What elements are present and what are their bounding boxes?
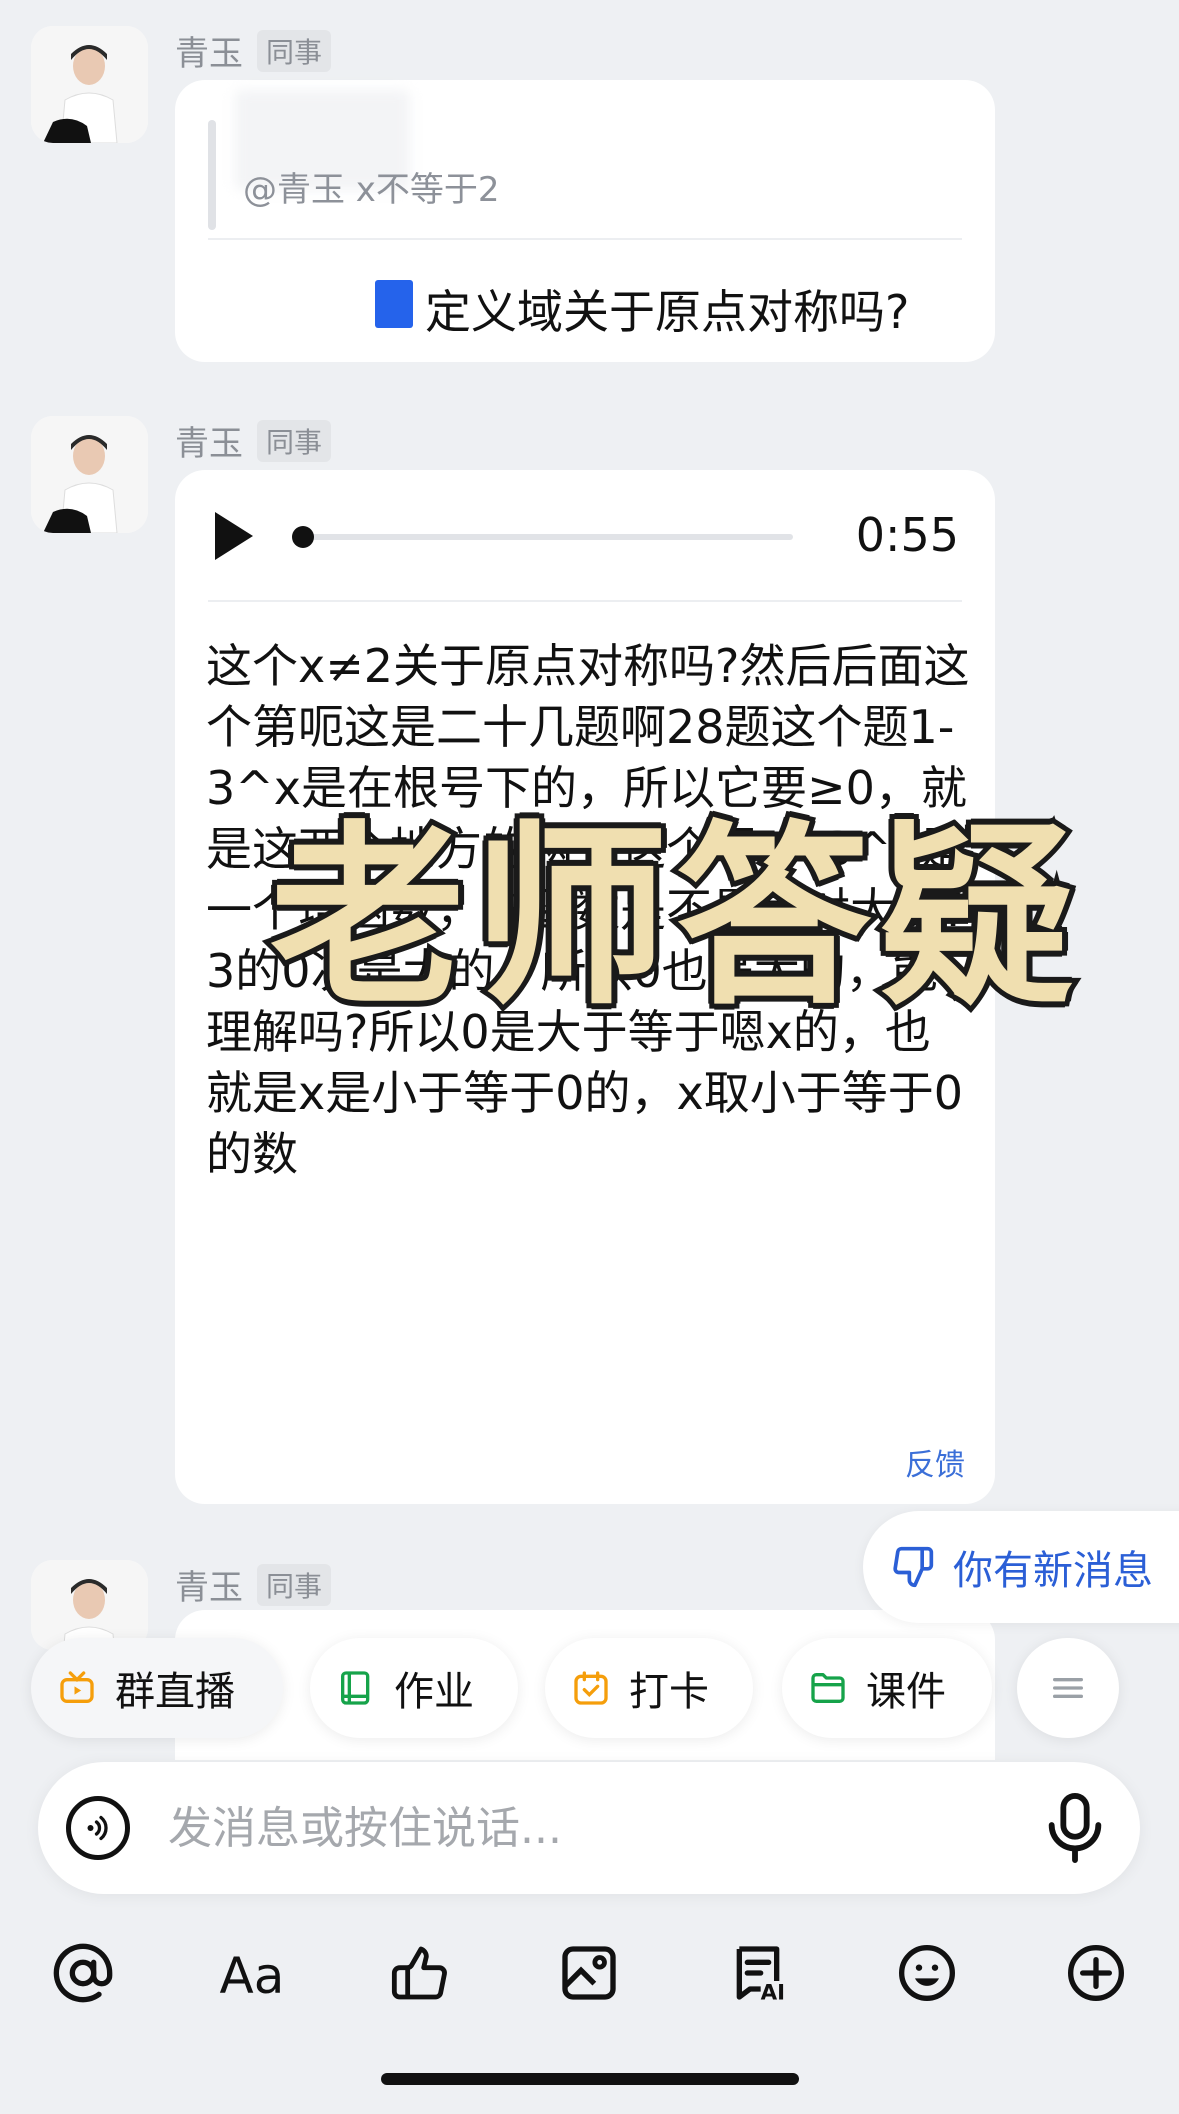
more-actions-button[interactable] bbox=[1017, 1638, 1119, 1738]
at-icon bbox=[53, 1943, 113, 2003]
text-format-label: Aa bbox=[219, 1947, 284, 2005]
folder-icon bbox=[811, 1673, 845, 1703]
person-avatar-icon bbox=[31, 26, 148, 143]
home-indicator[interactable] bbox=[381, 2073, 799, 2085]
sender-name: 青玉 bbox=[175, 1568, 243, 1608]
image-icon bbox=[562, 1946, 617, 2000]
overlay-title: 老师答疑 bbox=[265, 799, 1082, 1036]
more-button[interactable] bbox=[1061, 1938, 1131, 2008]
mention-button[interactable] bbox=[48, 1938, 118, 2008]
live-tv-icon bbox=[60, 1671, 94, 1703]
text-format-button[interactable]: Aa bbox=[217, 1938, 287, 2008]
courseware-button[interactable]: 课件 bbox=[782, 1638, 992, 1738]
audio-progress-track[interactable] bbox=[303, 534, 793, 540]
quote-bar bbox=[208, 120, 216, 230]
feedback-link[interactable]: 反馈 bbox=[905, 1440, 965, 1484]
ai-writing-button[interactable]: AI bbox=[723, 1938, 793, 2008]
sender-info: 青玉 同事 bbox=[175, 416, 332, 465]
check-in-button[interactable]: 打卡 bbox=[545, 1638, 753, 1738]
like-button[interactable] bbox=[386, 1938, 456, 2008]
text-format-icon: Aa bbox=[219, 1947, 284, 2005]
avatar[interactable] bbox=[31, 26, 148, 143]
calendar-check-icon bbox=[574, 1671, 608, 1705]
emoji-button[interactable] bbox=[892, 1938, 962, 2008]
quick-action-label: 打卡 bbox=[629, 1669, 709, 1715]
avatar[interactable] bbox=[31, 1560, 148, 1650]
message-input[interactable] bbox=[168, 1796, 968, 1860]
group-live-button[interactable]: 群直播 bbox=[31, 1638, 283, 1738]
menu-icon bbox=[1053, 1678, 1083, 1698]
avatar[interactable] bbox=[31, 416, 148, 533]
homework-button[interactable]: 作业 bbox=[310, 1638, 518, 1738]
sender-name: 青玉 bbox=[175, 34, 243, 74]
audio-progress-knob[interactable] bbox=[292, 526, 314, 548]
person-avatar-icon bbox=[31, 416, 148, 533]
message-input-bar bbox=[38, 1762, 1140, 1894]
bottom-toolbar: Aa AI bbox=[0, 1938, 1179, 2018]
sender-badge: 同事 bbox=[257, 29, 332, 72]
thumbs-down-icon bbox=[893, 1546, 934, 1588]
quick-action-label: 作业 bbox=[394, 1669, 474, 1715]
sender-badge: 同事 bbox=[257, 419, 332, 462]
book-icon bbox=[341, 1671, 370, 1705]
message-bubble[interactable]: @青玉 x不等于2 定义域关于原点对称吗? bbox=[175, 80, 995, 362]
divider bbox=[208, 238, 962, 240]
sender-badge: 同事 bbox=[257, 1563, 332, 1606]
ai-label: AI bbox=[761, 1981, 785, 2005]
person-avatar-icon bbox=[31, 1560, 148, 1650]
voice-duration: 0:55 bbox=[855, 508, 959, 562]
plus-icon bbox=[1067, 1945, 1124, 2001]
quoted-text[interactable]: @青玉 x不等于2 bbox=[243, 162, 500, 211]
play-icon[interactable] bbox=[215, 512, 253, 560]
divider bbox=[208, 600, 962, 602]
thumbs-up-icon bbox=[391, 1946, 447, 2000]
sender-name: 青玉 bbox=[175, 424, 243, 464]
ai-writing-icon: AI bbox=[736, 1946, 785, 2005]
sender-info: 青玉 同事 bbox=[175, 26, 332, 75]
voice-mode-button[interactable] bbox=[66, 1796, 130, 1860]
microphone-icon[interactable] bbox=[1040, 1790, 1110, 1866]
new-message-label: 你有新消息 bbox=[953, 1548, 1153, 1594]
message-text: 定义域关于原点对称吗? bbox=[425, 285, 910, 339]
voice-wave-icon bbox=[87, 1815, 108, 1841]
sender-info: 青玉 同事 bbox=[175, 1560, 332, 1609]
mention-chip bbox=[375, 280, 413, 328]
new-message-pill[interactable]: 你有新消息 bbox=[863, 1511, 1179, 1623]
quick-action-label: 群直播 bbox=[115, 1669, 235, 1715]
emoji-icon bbox=[899, 1945, 956, 2001]
quick-action-label: 课件 bbox=[866, 1669, 946, 1715]
image-button[interactable] bbox=[554, 1938, 624, 2008]
